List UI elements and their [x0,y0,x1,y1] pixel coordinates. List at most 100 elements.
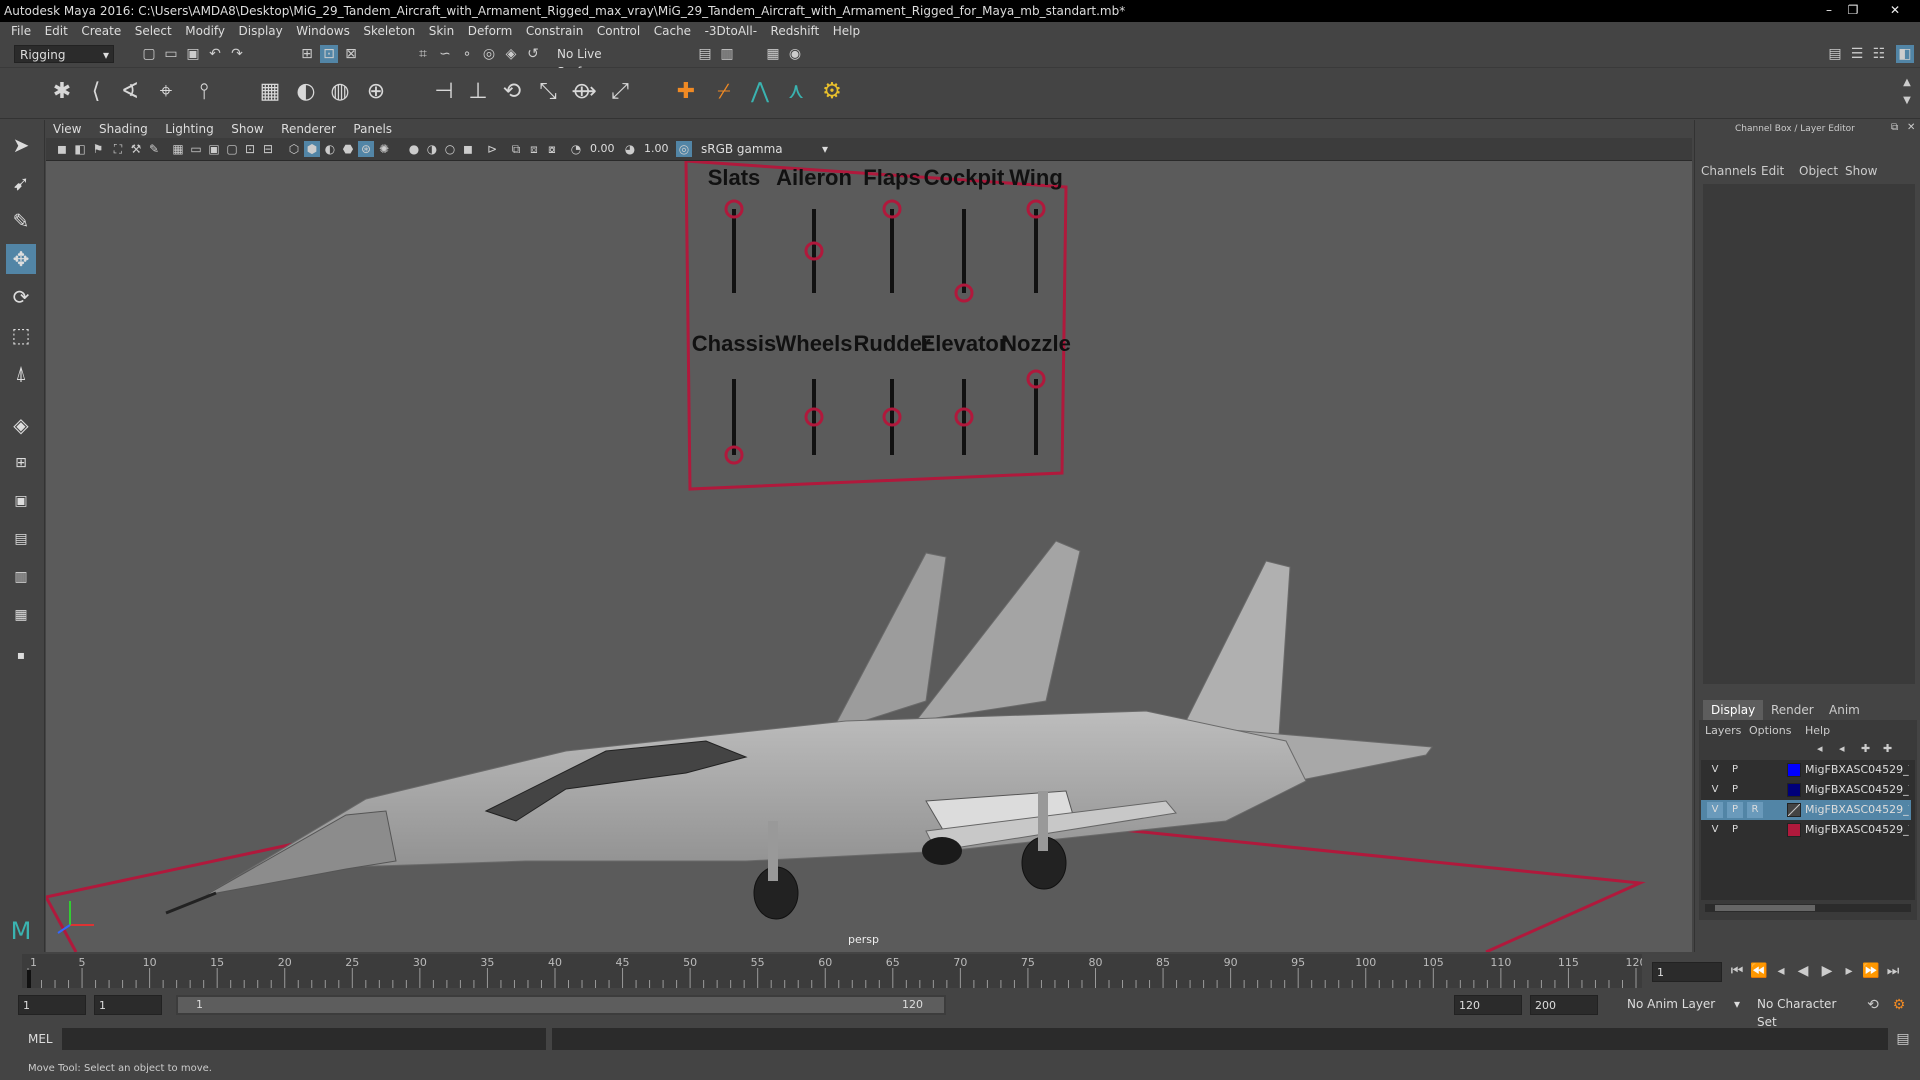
menu-control[interactable]: Control [592,22,645,41]
wrap-deformer-icon[interactable]: ⋏ [782,78,810,106]
live-surface-field[interactable]: No Live Surface [552,45,656,79]
layout-graph-icon[interactable]: ▥ [6,562,36,592]
layer-reference-toggle[interactable] [1747,762,1763,778]
new-scene-icon[interactable]: ▢ [140,45,158,63]
resolution-gate-icon[interactable]: ▣ [206,141,222,157]
select-tool-icon[interactable]: ➤ [6,130,36,160]
snap-live-icon[interactable]: ↺ [524,45,542,63]
close-panel-icon[interactable]: ✕ [1907,122,1915,133]
undo-icon[interactable]: ↶ [206,45,224,63]
panel-menu-show[interactable]: Show [224,120,270,138]
layer-reference-toggle[interactable] [1747,822,1763,838]
menu-file[interactable]: File [6,22,36,41]
layer-color-swatch[interactable] [1787,783,1801,797]
range-bar-fill[interactable] [178,997,944,1013]
color-space-dropdown[interactable]: sRGB gamma ▾ [696,140,832,158]
soft-select-icon[interactable]: ◈ [6,410,36,440]
time-slider[interactable]: 1 5 10 15 20 25 30 35 40 45 50 55 60 65 70 75 80 85 90 95 10… [0,952,1920,992]
snap-grid-icon[interactable]: ⌗ [414,45,432,63]
attribute-editor-icon[interactable]: ▤ [1826,45,1844,63]
script-editor-icon[interactable]: ▤ [1894,1030,1912,1048]
menu-constrain[interactable]: Constrain [521,22,589,41]
grid-icon[interactable]: ▦ [170,141,186,157]
layer-row[interactable]: V P MigFBXASC04529_Tandem [1701,820,1911,840]
channel-box-area[interactable] [1703,184,1915,684]
field-chart-icon[interactable]: ⊡ [242,141,258,157]
grease-pencil-icon[interactable]: ✎ [146,141,162,157]
ambient-occlusion-icon[interactable]: ● [406,141,422,157]
menu-redshift[interactable]: Redshift [766,22,825,41]
layer-editor-icon[interactable]: ◧ [1896,45,1914,63]
range-bar[interactable]: 1 120 [176,995,946,1015]
lasso-tool-icon[interactable]: ➹ [6,168,36,198]
layer-visible-toggle[interactable]: V [1707,782,1723,798]
render-frame-icon[interactable]: ▥ [718,45,736,63]
layout-single-icon[interactable]: ▣ [6,486,36,516]
layer-row[interactable]: V P MigFBXASC04529_Tandem [1701,760,1911,780]
menu-skin[interactable]: Skin [424,22,460,41]
tab-display[interactable]: Display [1703,700,1764,720]
command-input[interactable] [62,1028,546,1050]
two-d-pan-icon[interactable]: ⚒ [128,141,144,157]
scale-tool-icon[interactable]: ⬚ [6,320,36,350]
channel-box-toggle-icon[interactable]: ☷ [1870,45,1888,63]
go-to-start-icon[interactable]: ⏮ [1728,962,1746,980]
anti-aliasing-icon[interactable]: ○ [442,141,458,157]
camera-select-icon[interactable]: ◼ [54,141,70,157]
hik-icon[interactable]: ⚙ [818,78,846,106]
save-scene-icon[interactable]: ▣ [184,45,202,63]
help-menu[interactable]: Help [1805,724,1830,737]
current-time-marker[interactable] [27,970,31,988]
close-button[interactable]: ✕ [1880,3,1910,17]
end-time-field[interactable]: 200 [1530,995,1598,1015]
menu-deform[interactable]: Deform [463,22,518,41]
snap-surface-icon[interactable]: ◈ [502,45,520,63]
step-back-key-icon[interactable]: ⏪ [1750,962,1768,980]
play-backward-icon[interactable]: ◀ [1794,962,1812,980]
layers-menu[interactable]: Layers [1705,724,1741,737]
snap-curve-icon[interactable]: ∽ [436,45,454,63]
float-panel-icon[interactable]: ⧉ [1891,122,1898,133]
locator-icon[interactable]: ✚ [672,78,700,106]
ik-handle-icon[interactable]: ⌖ [152,78,180,106]
channels-object-menu[interactable]: Object [1799,164,1838,178]
exposure-field[interactable]: 0.00 [586,140,620,158]
tab-anim[interactable]: Anim [1821,700,1868,720]
menu-display[interactable]: Display [234,22,288,41]
pole-vector-icon[interactable]: ⤢ [606,78,634,106]
menu-help[interactable]: Help [828,22,865,41]
motion-blur-icon[interactable]: ◑ [424,141,440,157]
current-frame-field[interactable]: 1 [1652,962,1722,982]
timeline-track[interactable]: 1 5 10 15 20 25 30 35 40 45 50 55 60 65 70 75 80 85 90 95 10… [22,954,1647,988]
lattice-icon[interactable]: ⊕ [362,78,390,106]
layer-playback-toggle[interactable]: P [1727,782,1743,798]
tool-settings-icon[interactable]: ☰ [1848,45,1866,63]
xray-joints-icon[interactable]: ⧈ [526,141,542,157]
layer-row-selected[interactable]: V P R MigFBXASC04529_Tandem [1701,800,1911,820]
channels-menu[interactable]: Channels [1701,164,1757,178]
aim-constraint-icon[interactable]: ⊥ [464,78,492,106]
minimize-button[interactable]: – [1818,3,1840,17]
move-tool-icon[interactable]: ✥ [6,244,36,274]
snap-view-icon[interactable]: ◎ [480,45,498,63]
shelf-scroll-up-icon[interactable]: ▲ [1898,74,1916,92]
move-layer-down-icon[interactable]: ◂ [1839,742,1845,755]
scale-constraint-icon[interactable]: ⤡ [534,78,562,106]
maximize-button[interactable]: ❐ [1842,3,1864,17]
select-hierarchy-icon[interactable]: ⊞ [298,45,316,63]
joint-tool-icon[interactable]: ✱ [48,78,76,106]
isolate-select-icon[interactable]: ⊳ [484,141,500,157]
menu-3dtoall[interactable]: -3DtoAll- [700,22,762,41]
layer-visible-toggle[interactable]: V [1707,802,1723,818]
safe-action-icon[interactable]: ⊟ [260,141,276,157]
channels-edit-menu[interactable]: Edit [1761,164,1784,178]
xray-components-icon[interactable]: ⧇ [544,141,560,157]
scrollbar-thumb[interactable] [1715,905,1815,911]
layout-four-view-icon[interactable]: ⊞ [6,448,36,478]
panel-menu-panels[interactable]: Panels [346,120,399,138]
step-forward-frame-icon[interactable]: ▸ [1840,962,1858,980]
orient-constraint-icon[interactable]: ⟲ [498,78,526,106]
panel-menu-renderer[interactable]: Renderer [274,120,343,138]
ipr-render-icon[interactable]: ▦ [764,45,782,63]
go-to-end-icon[interactable]: ⏭ [1884,962,1902,980]
